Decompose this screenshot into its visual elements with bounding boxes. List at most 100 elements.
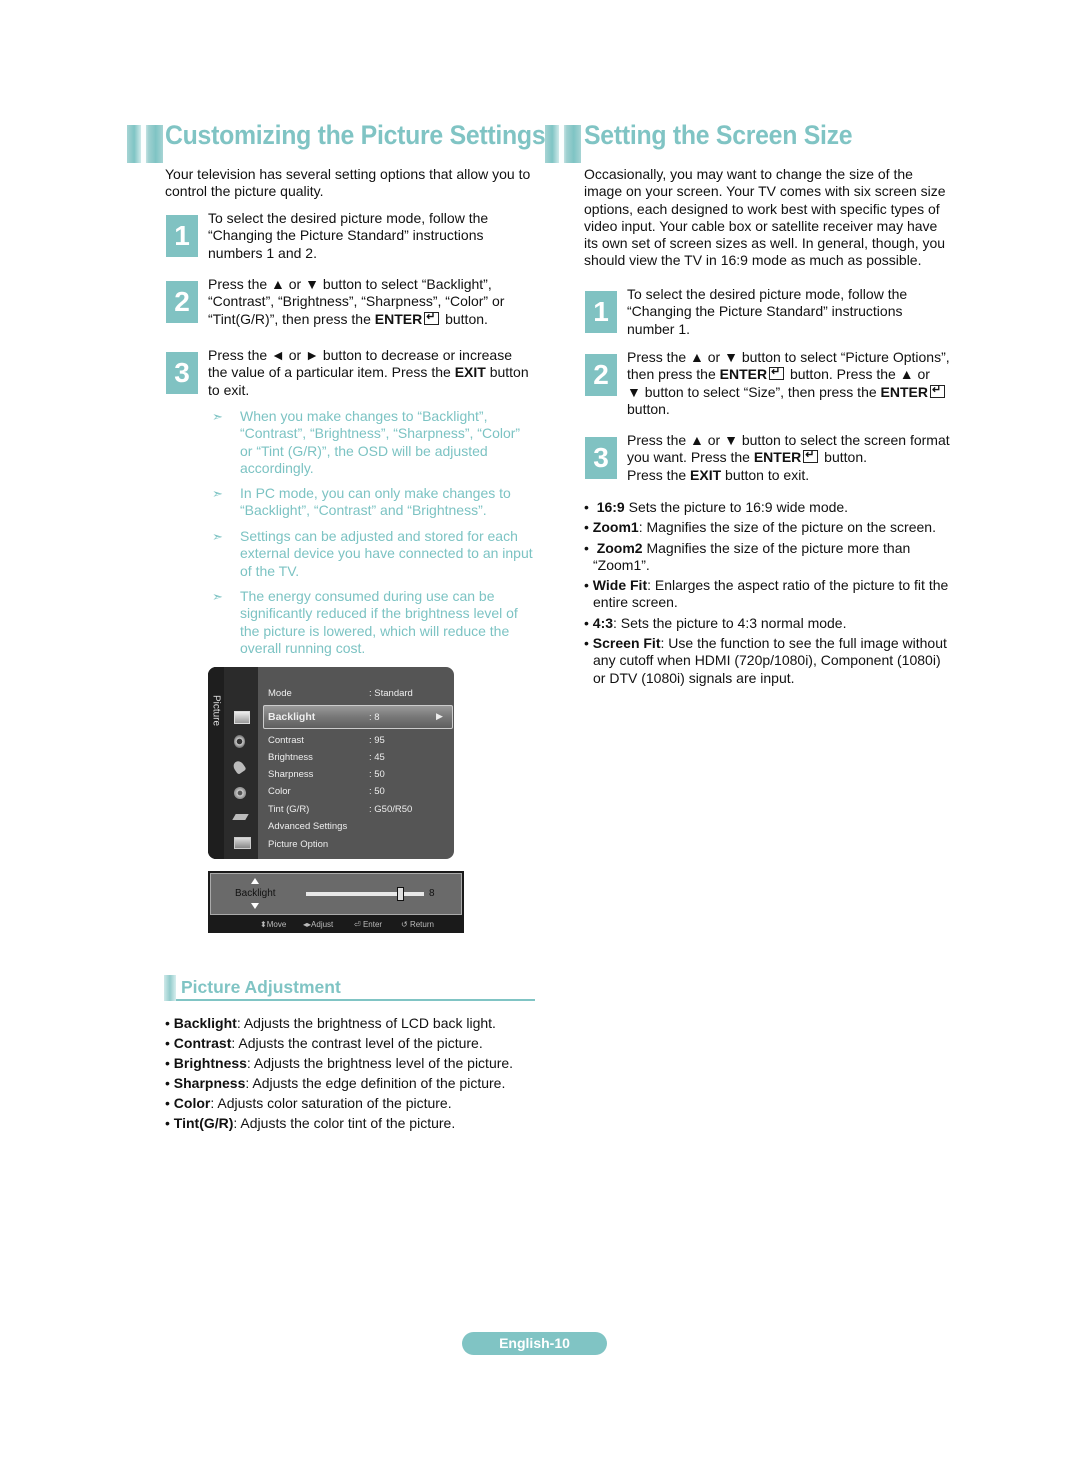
term: Zoom1 (592, 519, 639, 536)
text: button. (820, 449, 867, 466)
step-number: 2 (585, 354, 617, 396)
desc: Sets the picture to 16:9 wide mode. (624, 499, 849, 515)
continuation: or DTV (1080i) signals are input. (593, 669, 795, 686)
text: you want. Press the (627, 449, 754, 466)
osd-row-label[interactable]: Sharpness (268, 769, 313, 780)
enter-key-label: ENTER (753, 449, 802, 466)
osd-row-label[interactable]: Color (268, 786, 291, 797)
osd-row-value: : 45 (369, 752, 385, 763)
note-text: In PC mode, you can only make changes to… (240, 485, 511, 520)
term: Backlight (173, 1015, 237, 1031)
step-number: 1 (166, 215, 198, 257)
note-line: accordingly. (240, 459, 314, 476)
step-line: Press the EXIT button to exit. (627, 467, 950, 484)
adjust-hint: ◂▸Adjust (303, 920, 333, 929)
step-text: Press the ▲ or ▼ button to select “Backl… (208, 276, 504, 328)
step-line: Press the ◄ or ► button to decrease or i… (208, 347, 512, 363)
adjust-value: 8 (429, 888, 435, 899)
osd-row-label[interactable]: Tint (G/R) (268, 804, 309, 815)
step-line: the value of a particular item. Press th… (208, 364, 529, 381)
note-arrow-icon: ➣ (212, 409, 223, 424)
move-icon: ⬍ (260, 920, 267, 929)
step-line: Press the ▲ or ▼ button to select “Pictu… (627, 349, 950, 365)
term: Wide Fit (592, 577, 648, 594)
osd-row-value: : Standard (369, 688, 413, 699)
adjust-slider-area: Backlight 8 (210, 873, 462, 915)
intro-line: control the picture quality. (165, 183, 324, 200)
step-line: number 1. (627, 320, 691, 337)
intro-line: image on your screen. Your TV comes with… (584, 183, 946, 200)
osd-row-value: : 8 (369, 712, 380, 723)
hint-label: Adjust (311, 920, 334, 929)
term: 16:9 (596, 499, 625, 515)
osd-row-value: : G50/R50 (369, 804, 413, 815)
term: Contrast (173, 1035, 232, 1051)
return-hint: ↺ Return (401, 920, 434, 929)
text: button to exit. (721, 466, 810, 483)
term: Sharpness (173, 1075, 246, 1091)
step-line: “Contrast”, “Brightness”, “Sharpness”, “… (208, 293, 505, 310)
hint-label: Enter (362, 920, 383, 929)
step-text: Press the ▲ or ▼ button to select “Pictu… (627, 349, 950, 418)
intro-line: its own set of screen sizes as well. In … (584, 235, 946, 252)
continuation: any cutoff when HDMI (720p/1080i), Compo… (593, 652, 941, 669)
enter-icon: ⏎ (354, 920, 361, 929)
note-line: the picture is lowered, which will reduc… (240, 622, 510, 639)
note-line: significantly reduced if the brightness … (240, 605, 518, 622)
note-line: or “Tint (G/R)”, the OSD will be adjuste… (240, 442, 488, 459)
list-item: • Screen Fit: Use the function to see th… (584, 635, 947, 686)
list-item: • Brightness: Adjusts the brightness lev… (165, 1055, 514, 1071)
text: “Tint(G/R)”, then press the (208, 310, 375, 327)
list-item: • Backlight: Adjusts the brightness of L… (165, 1015, 496, 1031)
text: ▼ button to select “Size”, then press th… (627, 383, 881, 400)
up-arrow-icon (251, 878, 259, 884)
osd-row-label[interactable]: Picture Option (268, 839, 328, 850)
note-line: “Contrast”, “Brightness”, “Sharpness”, “… (240, 425, 521, 442)
step-line: Press the ▲ or ▼ button to select the sc… (627, 432, 950, 448)
step-number: 2 (166, 281, 198, 323)
application-icon (234, 837, 251, 849)
list-item: • Zoom2 Magnifies the size of the pictur… (584, 540, 948, 575)
hint-label: Return (409, 920, 434, 929)
intro-line: Your television has several setting opti… (165, 166, 531, 182)
section-title-screen-size: Setting the Screen Size (584, 120, 853, 150)
slider-thumb[interactable] (397, 887, 405, 901)
step-line: you want. Press the ENTER button. (627, 447, 950, 466)
note-line: Settings can be adjusted and stored for … (240, 528, 518, 544)
list-item: • Contrast: Adjusts the contrast level o… (165, 1035, 483, 1051)
step-line: Press the ▲ or ▼ button to select “Backl… (208, 276, 492, 292)
term: Color (173, 1095, 211, 1111)
return-icon: ↺ (401, 920, 408, 929)
osd-row-label[interactable]: Contrast (268, 735, 304, 746)
term: Brightness (173, 1055, 247, 1071)
step-line: to exit. (208, 381, 250, 398)
term: 4:3 (592, 614, 614, 631)
desc: : Enlarges the aspect ratio of the pictu… (647, 577, 949, 594)
desc: : Sets the picture to 4:3 normal mode. (613, 614, 847, 631)
enter-key-label: ENTER (880, 383, 928, 400)
osd-row-label[interactable]: Advanced Settings (268, 821, 347, 832)
text: button (485, 364, 529, 381)
screen-size-list: • 16:9 Sets the picture to 16:9 wide mod… (584, 499, 948, 687)
step-line: button. (627, 400, 670, 417)
note-line: external device you have connected to an… (240, 545, 533, 562)
desc: : Adjusts the brightness of LCD back lig… (236, 1015, 496, 1031)
text: then press the (627, 366, 720, 383)
hint-label: Move (266, 920, 287, 929)
osd-right-arrow-icon[interactable]: ▶ (436, 711, 443, 722)
picture-icon (234, 711, 250, 724)
intro-line: video input. Your cable box or satellite… (584, 217, 938, 234)
osd-row-label[interactable]: Mode (268, 688, 292, 699)
subheading-picture-adjustment: Picture Adjustment (181, 977, 341, 997)
desc: : Use the function to see the full image… (660, 635, 947, 652)
backlight-slider[interactable] (306, 887, 424, 901)
note-line: of the TV. (240, 562, 300, 579)
osd-row-label[interactable]: Brightness (268, 752, 313, 763)
list-item: • Sharpness: Adjusts the edge definition… (165, 1075, 506, 1091)
term: Tint(G/R) (173, 1115, 234, 1131)
note-line: “Backlight”, “Contrast” and “Brightness”… (240, 502, 487, 519)
enter-key-label: ENTER (374, 310, 423, 327)
section-heading-bar (127, 125, 163, 163)
continuation: entire screen. (593, 594, 678, 611)
osd-row-label[interactable]: Backlight (268, 711, 315, 723)
